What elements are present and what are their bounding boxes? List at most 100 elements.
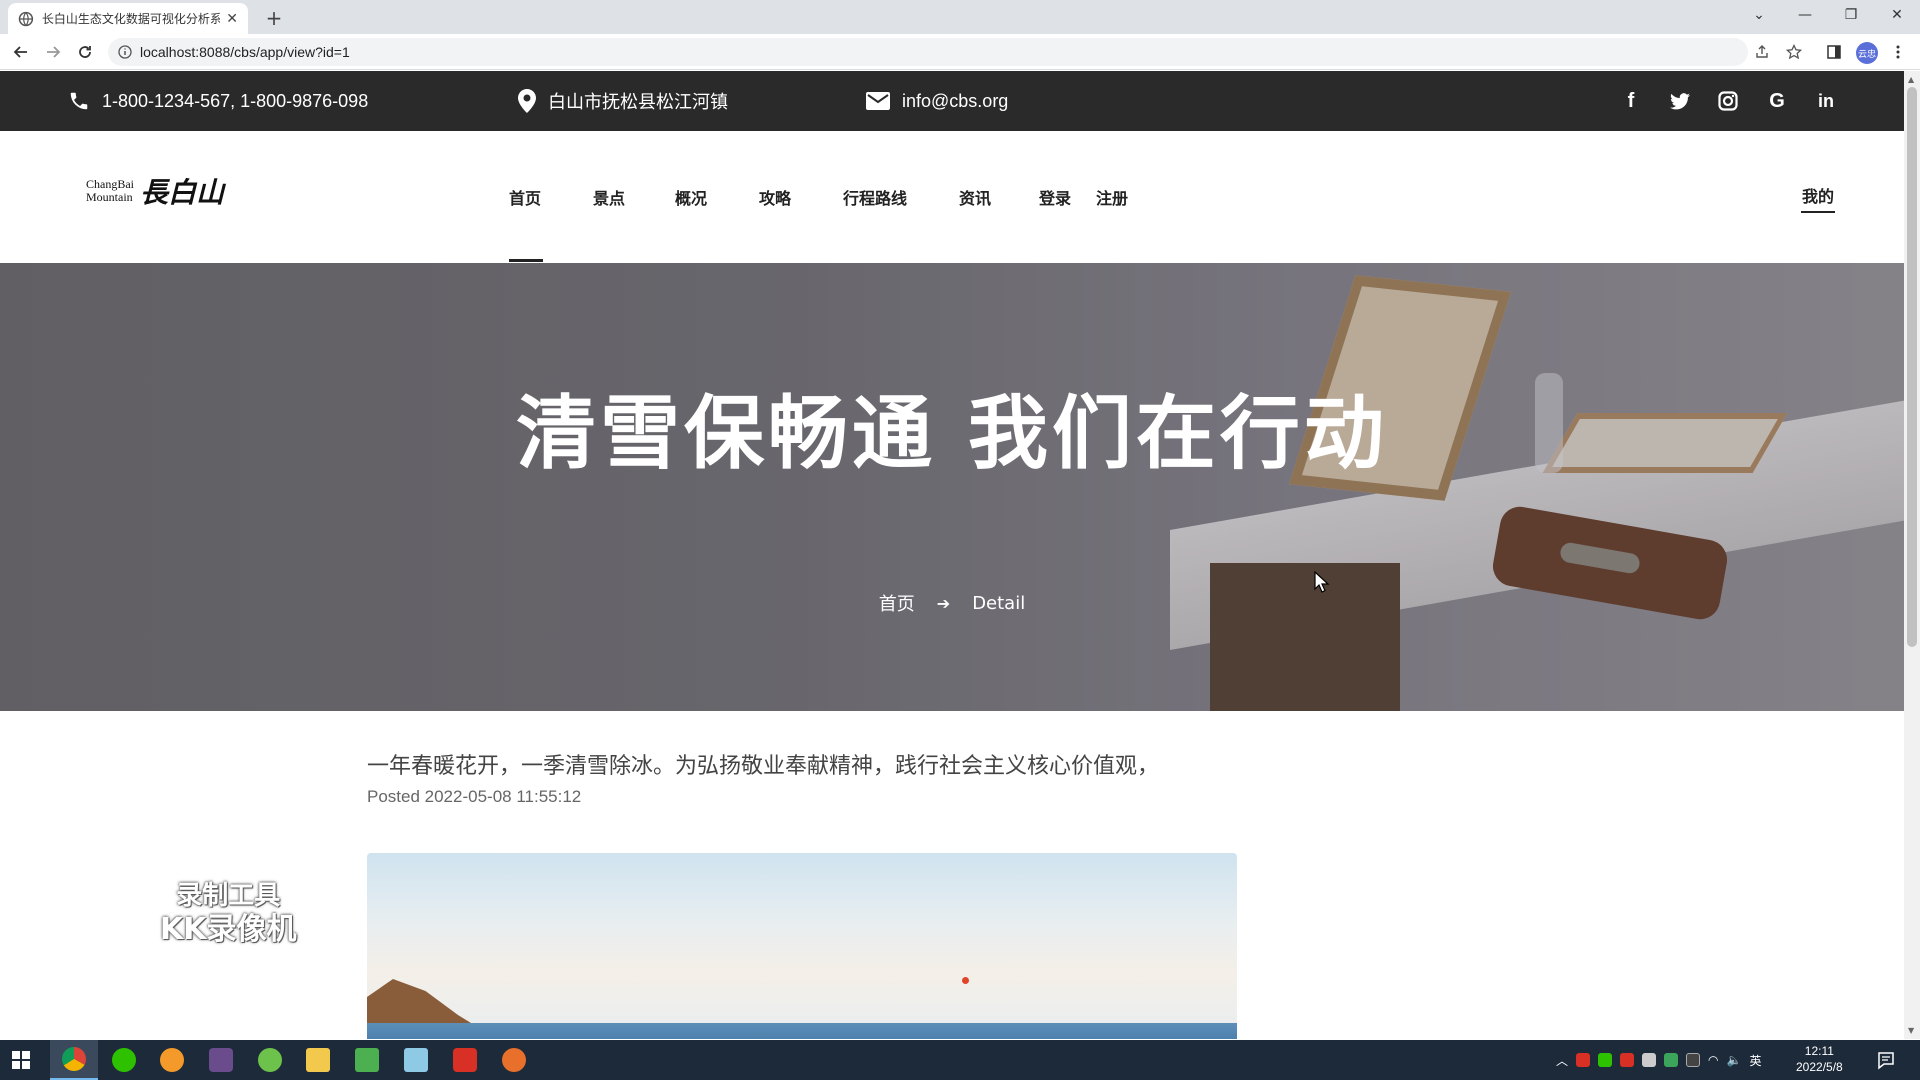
wechat-icon[interactable] [100, 1040, 148, 1080]
location-pin-icon [518, 89, 536, 113]
clock-date: 2022/5/8 [1796, 1060, 1843, 1074]
image-sea-shape [367, 1023, 1237, 1039]
chrome-icon[interactable] [50, 1040, 98, 1080]
hero-overlay [0, 263, 1904, 711]
site-logo[interactable]: ChangBai Mountain 長白山 [86, 171, 224, 211]
mail-icon [866, 92, 890, 110]
breadcrumb-home[interactable]: 首页 [879, 590, 915, 616]
active-nav-indicator [509, 259, 543, 262]
bookmark-star-icon[interactable] [1784, 42, 1804, 62]
restore-icon[interactable]: ❐ [1828, 0, 1874, 30]
article-lead: 一年春暖花开，一季清雪除冰。为弘扬敬业奉献精神，践行社会主义核心价值观， [367, 754, 1160, 779]
side-panel-icon[interactable] [1824, 42, 1844, 62]
ime-indicator[interactable]: 英 [1749, 1052, 1761, 1069]
nav-item-login[interactable]: 登录 [1039, 185, 1071, 209]
email-text: info@cbs.org [902, 90, 1009, 111]
tray-wps-icon[interactable] [1620, 1053, 1635, 1067]
nav-item-overview[interactable]: 概况 [675, 185, 707, 209]
info-icon[interactable] [118, 45, 132, 59]
nav-item-news[interactable]: 资讯 [959, 185, 991, 209]
clock-time: 12:11 [1804, 1044, 1834, 1058]
breadcrumb: 首页 ➔ Detail [0, 590, 1904, 616]
logo-chinese: 長白山 [140, 176, 225, 209]
forward-icon[interactable] [41, 40, 65, 64]
system-tray: ︿ ◠ 🔈 英 [1556, 1040, 1761, 1080]
address-bar[interactable]: localhost:8088/cbs/app/view?id=1 [108, 38, 1748, 66]
share-icon[interactable] [1752, 42, 1772, 62]
notification-icon[interactable] [1876, 1050, 1896, 1070]
linkedin-icon[interactable]: in [1814, 89, 1838, 113]
reload-icon[interactable] [73, 40, 97, 64]
article-image [367, 853, 1237, 1039]
mouse-cursor-icon [1314, 571, 1330, 593]
phone-contact: 1-800-1234-567, 1-800-9876-098 [68, 71, 368, 131]
browser-toolbar: localhost:8088/cbs/app/view?id=1 [0, 34, 1920, 70]
address-contact: 白山市抚松县松江河镇 [518, 71, 728, 131]
notepad-app-icon[interactable] [343, 1040, 391, 1080]
logo-english: ChangBai Mountain [86, 178, 134, 204]
facebook-icon[interactable]: f [1619, 89, 1643, 113]
tray-chevron-icon[interactable]: ︿ [1556, 1052, 1568, 1069]
minimize-icon[interactable]: — [1782, 0, 1828, 30]
file-explorer-icon[interactable] [294, 1040, 342, 1080]
tray-device-icon[interactable] [1642, 1053, 1657, 1067]
book-app-icon[interactable] [392, 1040, 440, 1080]
nav-item-register[interactable]: 注册 [1096, 185, 1128, 209]
game-app-icon[interactable] [197, 1040, 245, 1080]
tab-search-icon[interactable]: ⌄ [1736, 0, 1782, 30]
tray-security-icon[interactable] [1576, 1053, 1591, 1067]
article-content: 一年春暖花开，一季清雪除冰。为弘扬敬业奉献精神，践行社会主义核心价值观， Pos… [367, 751, 1237, 807]
volume-icon[interactable]: 🔈 [1727, 1053, 1742, 1067]
phone-text: 1-800-1234-567, 1-800-9876-098 [102, 90, 369, 111]
back-icon[interactable] [9, 40, 33, 64]
mine-underline [1801, 211, 1835, 213]
scroll-thumb[interactable] [1907, 87, 1917, 647]
scroll-up-icon[interactable]: ▲ [1908, 75, 1914, 84]
twitter-icon[interactable] [1668, 89, 1692, 113]
nav-item-mine[interactable]: 我的 [1802, 183, 1834, 207]
audio-app-icon[interactable] [148, 1040, 196, 1080]
contact-topbar: 1-800-1234-567, 1-800-9876-098 白山市抚松县松江河… [0, 71, 1904, 131]
wifi-icon[interactable]: ◠ [1708, 1053, 1718, 1067]
nav-item-guides[interactable]: 攻略 [759, 185, 791, 209]
close-window-icon[interactable]: ✕ [1874, 0, 1920, 30]
scroll-down-icon[interactable]: ▼ [1908, 1026, 1914, 1035]
email-contact[interactable]: info@cbs.org [866, 71, 1008, 131]
recorder-watermark: 录制工具 KK录像机 [160, 879, 297, 947]
menu-kebab-icon[interactable] [1888, 42, 1908, 62]
nav-item-attractions[interactable]: 景点 [593, 185, 625, 209]
instagram-icon[interactable] [1716, 89, 1740, 113]
taskbar-clock[interactable]: 12:11 2022/5/8 [1796, 1043, 1843, 1075]
browser-tabstrip: 长白山生态文化数据可视化分析系 ✕ + ⌄ — ❐ ✕ [0, 0, 1920, 34]
tray-nvidia-icon[interactable] [1664, 1053, 1679, 1067]
globe-icon [18, 11, 34, 26]
tab-close-icon[interactable]: ✕ [226, 11, 238, 27]
post-date: Posted 2022-05-08 11:55:12 [367, 787, 582, 806]
windows-start-icon[interactable] [12, 1051, 30, 1069]
browser-tab[interactable]: 长白山生态文化数据可视化分析系 ✕ [8, 3, 248, 34]
image-sun-shape [962, 977, 969, 984]
watermark-line1: 录制工具 [176, 881, 281, 911]
nav-item-routes[interactable]: 行程路线 [843, 185, 907, 209]
breadcrumb-current: Detail [972, 592, 1026, 614]
page-scrollbar[interactable]: ▲ ▼ [1904, 71, 1920, 1039]
leaf-app-icon[interactable] [246, 1040, 294, 1080]
watermark-line2: KK录像机 [160, 912, 297, 947]
tray-wechat-icon[interactable] [1598, 1053, 1613, 1067]
wps-icon[interactable] [441, 1040, 489, 1080]
logo-en-line2: Mountain [86, 190, 133, 204]
url-text: localhost:8088/cbs/app/view?id=1 [140, 44, 350, 60]
site-header: ChangBai Mountain 長白山 首页 景点 概况 攻略 行程路线 资… [0, 131, 1904, 263]
tab-title: 长白山生态文化数据可视化分析系 [41, 12, 221, 26]
web-page: 1-800-1234-567, 1-800-9876-098 白山市抚松县松江河… [0, 71, 1904, 1039]
recorder-app-icon[interactable] [490, 1040, 538, 1080]
page-title: 清雪保畅通 我们在行动 [516, 386, 1388, 480]
tray-qq-icon[interactable] [1686, 1053, 1701, 1067]
address-text: 白山市抚松县松江河镇 [548, 92, 728, 112]
os-taskbar: ︿ ◠ 🔈 英 12:11 2022/5/8 [0, 1040, 1920, 1080]
profile-avatar[interactable]: 云忠 [1856, 42, 1878, 64]
google-icon[interactable]: G [1765, 89, 1789, 113]
phone-icon [70, 92, 88, 110]
new-tab-icon[interactable]: + [262, 6, 286, 30]
nav-item-home[interactable]: 首页 [509, 185, 541, 209]
